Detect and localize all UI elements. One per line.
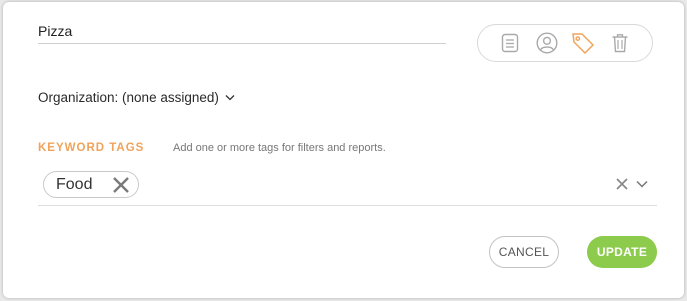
organization-label: Organization: (none assigned) — [38, 90, 219, 105]
edit-panel: Organization: (none assigned) KEYWORD TA… — [3, 2, 684, 298]
remove-tag-icon[interactable] — [112, 176, 130, 194]
tag-chip: Food — [43, 171, 139, 198]
user-icon[interactable] — [534, 30, 560, 56]
trash-icon[interactable] — [607, 30, 633, 56]
update-button[interactable]: UPDATE — [587, 236, 657, 268]
notes-icon[interactable] — [497, 30, 523, 56]
clear-all-icon[interactable] — [616, 178, 628, 190]
cancel-button[interactable]: CANCEL — [489, 236, 559, 268]
tag-chip-label: Food — [56, 175, 93, 193]
tag-icon[interactable] — [570, 30, 596, 56]
keyword-tags-field[interactable]: Food — [38, 168, 657, 206]
keyword-tags-label: KEYWORD TAGS — [38, 142, 145, 154]
organization-dropdown[interactable]: Organization: (none assigned) — [38, 90, 235, 105]
name-input[interactable] — [38, 18, 446, 44]
chevron-down-icon[interactable] — [636, 180, 648, 188]
keyword-tags-hint: Add one or more tags for filters and rep… — [173, 142, 386, 154]
item-toolbar — [477, 24, 653, 62]
chevron-down-icon — [225, 95, 235, 101]
